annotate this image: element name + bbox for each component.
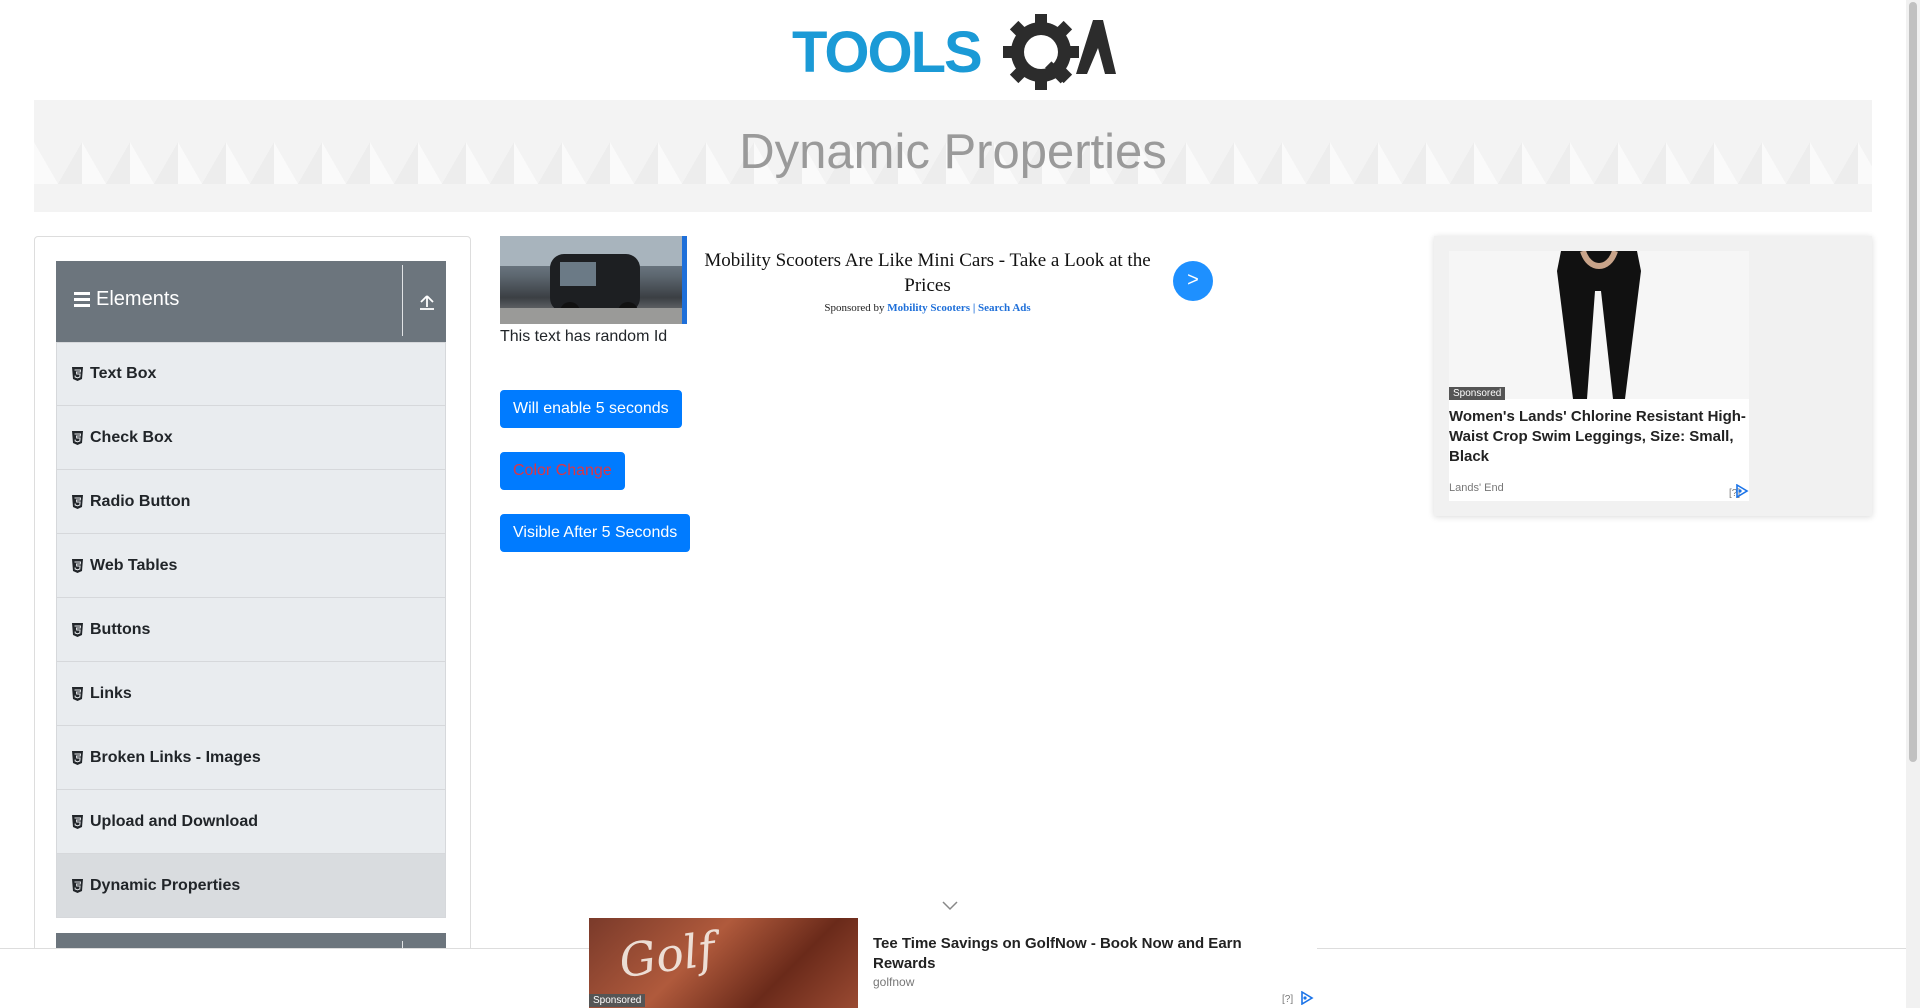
sidebar-item-radio-button[interactable]: Radio Button bbox=[56, 470, 446, 534]
page-banner: Dynamic Properties bbox=[34, 100, 1872, 212]
html5-icon bbox=[72, 814, 83, 829]
visible-after-button[interactable]: Visible After 5 Seconds bbox=[500, 514, 691, 552]
ad-bottom-title[interactable]: Tee Time Savings on GolfNow - Book Now a… bbox=[873, 934, 1303, 974]
adchoices-icon[interactable] bbox=[1735, 484, 1749, 498]
chevron-down-icon[interactable] bbox=[942, 901, 958, 911]
ad-image-scooter[interactable] bbox=[500, 236, 687, 324]
html5-icon bbox=[72, 686, 83, 701]
sponsored-ad-top[interactable]: Mobility Scooters Are Like Mini Cars - T… bbox=[500, 236, 1215, 324]
sidebar-item-label: Radio Button bbox=[90, 492, 191, 510]
html5-icon bbox=[72, 430, 83, 445]
svg-text:TOOLS: TOOLS bbox=[792, 20, 981, 85]
ad-top-sponsor-link[interactable]: Mobility Scooters | Search Ads bbox=[887, 302, 1030, 314]
ad-sponsored-prefix: Sponsored by bbox=[824, 302, 885, 314]
html5-icon bbox=[72, 878, 83, 893]
html5-icon bbox=[72, 558, 83, 573]
sidebar-item-label: Upload and Download bbox=[90, 812, 258, 830]
page: TOOLS Dynamic Properties Elements Text B… bbox=[0, 0, 1920, 1008]
sidebar-item-buttons[interactable]: Buttons bbox=[56, 598, 446, 662]
page-title: Dynamic Properties bbox=[739, 125, 1167, 179]
ad-top-title[interactable]: Mobility Scooters Are Like Mini Cars - T… bbox=[700, 248, 1155, 298]
sidebar-item-text-box[interactable]: Text Box bbox=[56, 342, 446, 406]
sidebar-item-web-tables[interactable]: Web Tables bbox=[56, 534, 446, 598]
sponsored-ad-bottom[interactable]: Golf Sponsored Tee Time Savings on GolfN… bbox=[589, 918, 1317, 1008]
sidebar-item-dynamic-properties[interactable]: Dynamic Properties bbox=[56, 854, 446, 918]
sidebar-item-upload-download[interactable]: Upload and Download bbox=[56, 790, 446, 854]
sidebar: Elements Text Box Check Box Radio Button… bbox=[34, 236, 471, 1008]
group-header-divider bbox=[402, 265, 403, 336]
sidebar-item-label: Text Box bbox=[90, 365, 157, 382]
sidebar-item-label: Buttons bbox=[90, 620, 151, 638]
ad-bottom-image-text: Golf bbox=[615, 921, 719, 989]
html5-icon bbox=[72, 367, 83, 381]
html5-icon bbox=[72, 622, 83, 637]
adchoices-icon[interactable] bbox=[1300, 991, 1314, 1005]
scooter-car-image bbox=[500, 236, 682, 324]
ad-right-card[interactable]: Sponsored Women's Lands' Chlorine Resist… bbox=[1449, 249, 1749, 501]
elements-group-label: Elements bbox=[74, 288, 179, 311]
elements-group-header[interactable]: Elements bbox=[56, 261, 446, 342]
enable-after-button[interactable]: Will enable 5 seconds bbox=[500, 390, 682, 428]
html5-icon bbox=[72, 494, 83, 509]
sidebar-item-label: Check Box bbox=[90, 428, 173, 446]
ad-sponsored-tag: Sponsored bbox=[1449, 387, 1506, 400]
ad-top-go-button[interactable]: > bbox=[1173, 261, 1213, 301]
html5-icon bbox=[72, 750, 83, 765]
leggings-image bbox=[1557, 249, 1641, 399]
sidebar-item-label: Web Tables bbox=[90, 556, 178, 574]
sidebar-item-label: Broken Links - Images bbox=[90, 748, 261, 766]
sponsored-ad-right[interactable]: Sponsored Women's Lands' Chlorine Resist… bbox=[1434, 236, 1872, 516]
ad-top-sponsor-line: Sponsored by Mobility Scooters | Search … bbox=[700, 302, 1155, 314]
scrollbar-thumb[interactable] bbox=[1909, 2, 1917, 762]
page-scrollbar[interactable] bbox=[1906, 0, 1920, 1008]
hamburger-icon bbox=[74, 292, 90, 307]
color-change-button[interactable]: Color Change bbox=[500, 452, 625, 490]
elements-menu: Text Box Check Box Radio Button Web Tabl… bbox=[56, 342, 446, 918]
toolsqa-logo[interactable]: TOOLS bbox=[792, 14, 1116, 90]
sidebar-item-label: Dynamic Properties bbox=[90, 876, 241, 894]
elements-group-title: Elements bbox=[96, 288, 180, 310]
collapse-upload-icon[interactable] bbox=[418, 293, 436, 311]
sidebar-item-check-box[interactable]: Check Box bbox=[56, 406, 446, 470]
sidebar-item-broken-links[interactable]: Broken Links - Images bbox=[56, 726, 446, 790]
ad-right-brand[interactable]: Lands' End bbox=[1449, 482, 1504, 494]
ad-help-link[interactable]: [?] bbox=[1282, 994, 1293, 1005]
ad-sponsored-tag: Sponsored bbox=[589, 994, 646, 1007]
ad-right-product-image[interactable] bbox=[1449, 249, 1749, 399]
sidebar-item-links[interactable]: Links bbox=[56, 662, 446, 726]
random-id-text: This text has random Id bbox=[500, 328, 668, 345]
ad-bottom-brand[interactable]: golfnow bbox=[873, 975, 914, 989]
ad-right-title[interactable]: Women's Lands' Chlorine Resistant High-W… bbox=[1449, 407, 1749, 467]
sidebar-item-label: Links bbox=[90, 684, 132, 702]
